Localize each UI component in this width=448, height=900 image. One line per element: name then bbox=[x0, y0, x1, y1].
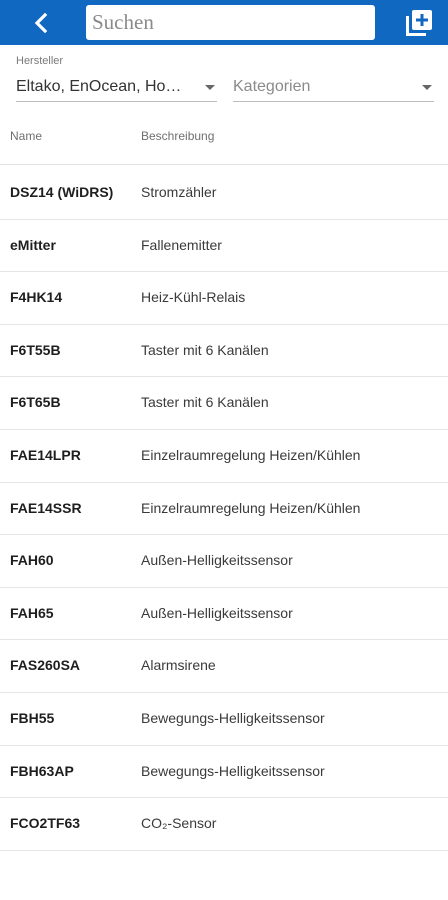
table-row[interactable]: FBH55 Bewegungs-Helligkeitssensor bbox=[0, 693, 448, 746]
device-name: FAS260SA bbox=[10, 657, 81, 674]
device-description: Bewegungs-Helligkeitssensor bbox=[141, 762, 325, 779]
device-list: DSZ14 (WiDRS) Stromzähler eMitter Fallenemi… bbox=[0, 167, 448, 851]
device-description: CO₂-Sensor bbox=[141, 815, 217, 832]
device-description: Stromzähler bbox=[141, 184, 217, 200]
device-description: Außen-Helligkeitssensor bbox=[141, 604, 293, 621]
table-row[interactable]: FAE14LPR Einzelraumregelung Heizen/Kühlen bbox=[0, 430, 448, 483]
device-name: FBH55 bbox=[10, 709, 55, 726]
device-name: F6T65B bbox=[10, 394, 61, 411]
device-description: Außen-Helligkeitssensor bbox=[141, 552, 293, 569]
table-row[interactable]: FCO2TF63 CO₂-Sensor bbox=[0, 798, 448, 851]
table-row[interactable]: FAE14SSR Einzelraumregelung Heizen/Kühlen bbox=[0, 483, 448, 536]
kategorien-placeholder: Kategorien bbox=[233, 78, 311, 95]
app-bar bbox=[0, 0, 448, 45]
dropdown-arrow-icon bbox=[422, 85, 432, 90]
column-header-name[interactable]: Name bbox=[10, 129, 42, 143]
add-device-button[interactable] bbox=[402, 6, 436, 40]
chevron-left-icon bbox=[34, 12, 48, 34]
device-name: F6T55B bbox=[10, 341, 61, 358]
add-to-library-icon bbox=[406, 10, 432, 36]
hersteller-label: Hersteller bbox=[16, 55, 64, 67]
hersteller-select[interactable]: Eltako, EnOcean, Ho… bbox=[16, 72, 217, 102]
dropdown-arrow-icon bbox=[205, 85, 215, 90]
table-row[interactable]: FAS260SA Alarmsirene bbox=[0, 640, 448, 693]
device-description: Bewegungs-Helligkeitssensor bbox=[141, 709, 325, 726]
device-description: Taster mit 6 Kanälen bbox=[141, 341, 269, 358]
table-header: Name Beschreibung bbox=[0, 120, 448, 165]
device-description: Alarmsirene bbox=[141, 657, 216, 674]
table-row[interactable]: FBH63AP Bewegungs-Helligkeitssensor bbox=[0, 746, 448, 799]
hersteller-value: Eltako, EnOcean, Ho… bbox=[16, 78, 182, 95]
device-description: Einzelraumregelung Heizen/Kühlen bbox=[141, 446, 361, 463]
device-name: DSZ14 (WiDRS) bbox=[10, 184, 114, 200]
table-row[interactable]: DSZ14 (WiDRS) Stromzähler bbox=[0, 167, 448, 220]
back-button[interactable] bbox=[24, 6, 58, 40]
device-name: F4HK14 bbox=[10, 289, 63, 306]
device-name: FAE14LPR bbox=[10, 446, 81, 463]
device-name: FBH63AP bbox=[10, 762, 74, 779]
table-row[interactable]: eMitter Fallenemitter bbox=[0, 220, 448, 273]
column-header-description[interactable]: Beschreibung bbox=[141, 129, 214, 143]
device-name: FAH60 bbox=[10, 552, 54, 569]
table-row[interactable]: F4HK14 Heiz-Kühl-Relais bbox=[0, 272, 448, 325]
search-input[interactable] bbox=[86, 5, 375, 40]
kategorien-select[interactable]: Kategorien bbox=[233, 72, 434, 102]
table-row[interactable]: FAH65 Außen-Helligkeitssensor bbox=[0, 588, 448, 641]
device-name: FAH65 bbox=[10, 604, 54, 621]
device-description: Heiz-Kühl-Relais bbox=[141, 289, 246, 306]
device-name: FAE14SSR bbox=[10, 499, 82, 516]
device-description: Taster mit 6 Kanälen bbox=[141, 394, 269, 411]
device-description: Einzelraumregelung Heizen/Kühlen bbox=[141, 499, 361, 516]
device-name: eMitter bbox=[10, 236, 56, 253]
table-row[interactable]: F6T65B Taster mit 6 Kanälen bbox=[0, 377, 448, 430]
table-row[interactable]: FAH60 Außen-Helligkeitssensor bbox=[0, 535, 448, 588]
device-name: FCO2TF63 bbox=[10, 815, 81, 832]
table-row[interactable]: F6T55B Taster mit 6 Kanälen bbox=[0, 325, 448, 378]
device-description: Fallenemitter bbox=[141, 236, 222, 253]
